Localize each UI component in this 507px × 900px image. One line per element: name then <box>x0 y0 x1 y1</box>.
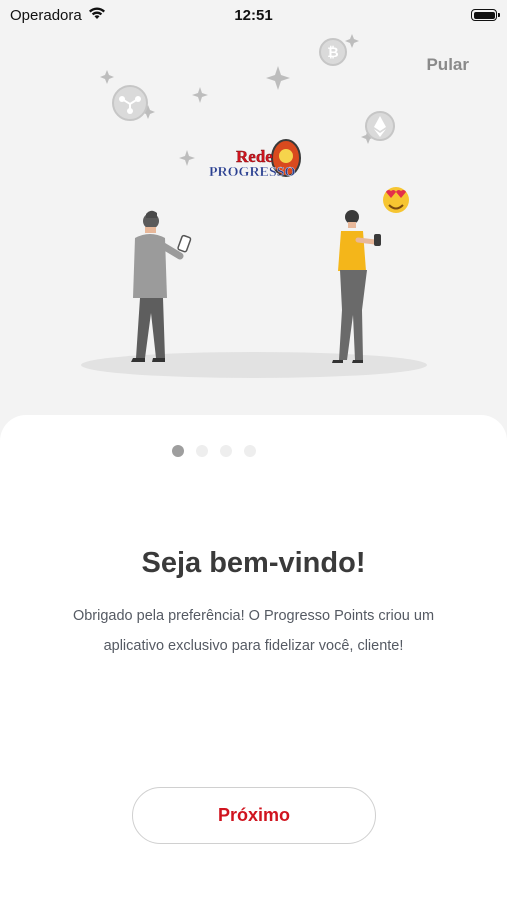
svg-text:₿: ₿ <box>327 45 338 61</box>
pagination-dot[interactable] <box>219 445 232 457</box>
welcome-description: Obrigado pela preferência! O Progresso P… <box>40 601 467 661</box>
next-button[interactable]: Próximo <box>132 787 376 844</box>
sparkle-icon <box>345 34 359 48</box>
welcome-card: Seja bem-vindo! Obrigado pela preferênci… <box>0 415 507 900</box>
coin-icon: ₿ <box>319 38 347 66</box>
coin-icon <box>112 85 148 121</box>
man-figure <box>131 210 192 362</box>
battery-icon <box>471 9 500 21</box>
pagination-dot[interactable] <box>195 445 208 457</box>
status-bar: Operadora 12:51 <box>0 0 507 30</box>
woman-figure <box>332 210 381 363</box>
logo-line2: PROGRESSO <box>209 165 295 180</box>
pagination-dots <box>0 445 507 457</box>
sparkle-icon <box>266 66 290 90</box>
status-left: Operadora <box>10 6 106 24</box>
pagination-dot[interactable] <box>243 445 256 457</box>
sparkle-icon <box>100 70 114 84</box>
description-line: aplicativo exclusivo para fidelizar você… <box>103 638 404 654</box>
rede-progresso-logo: Rede PROGRESSO <box>209 139 301 180</box>
welcome-title: Seja bem-vindo! <box>141 547 366 579</box>
coin-icon <box>365 111 395 141</box>
welcome-illustration: ₿ Rede PROGRESSO <box>81 34 427 378</box>
sparkle-icon <box>192 87 208 103</box>
sparkle-icon <box>179 150 195 166</box>
onboarding-screen: Operadora 12:51 ₿ Rede PROGRESSO Pular S… <box>0 0 507 900</box>
ground-shadow <box>81 352 427 378</box>
description-line: Obrigado pela preferência! O Progresso P… <box>72 608 435 624</box>
skip-button[interactable]: Pular <box>426 55 469 75</box>
wifi-icon <box>88 6 106 24</box>
heart-eyes-emoji-icon <box>383 187 409 213</box>
logo-line1: Rede <box>236 147 273 166</box>
pagination-dot[interactable] <box>171 445 184 457</box>
carrier-label: Operadora <box>10 6 82 24</box>
